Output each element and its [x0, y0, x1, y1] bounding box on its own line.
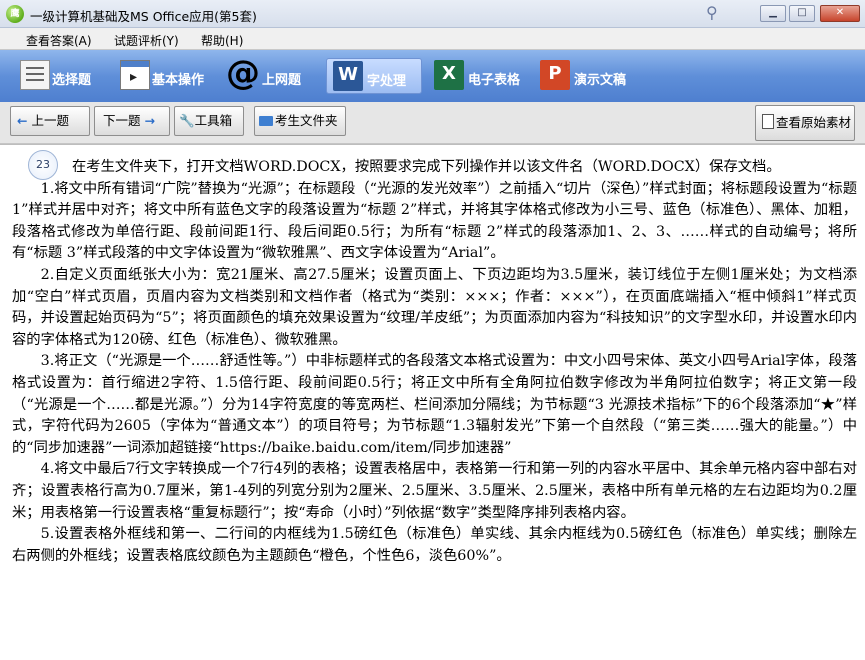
question-paragraph: 3.将正文（“光源是一个……舒适性等。”）中非标题样式的各段落文本格式设置为：中…	[12, 353, 857, 456]
folder-icon	[259, 116, 273, 126]
question-text: 在考生文件夹下，打开文档WORD.DOCX，按照要求完成下列操作并以该文件名（W…	[12, 157, 857, 567]
title-bar: 鹰 一级计算机基础及MS Office应用(第5套) ⚲ ▁ □ ✕	[0, 0, 865, 28]
tab-label: 上网题	[262, 73, 302, 88]
basic-op-icon	[120, 60, 150, 90]
question-paragraph: 4.将文中最后7行文字转换成一个7行4列的表格；设置表格居中，表格第一行和第一列…	[12, 461, 857, 521]
view-original-material-button[interactable]: 查看原始素材	[755, 105, 855, 141]
arrow-left-icon: ←	[17, 113, 28, 128]
next-question-button[interactable]: 下一题 →	[94, 106, 170, 136]
excel-icon: X	[434, 60, 464, 90]
toolbox-label: 工具箱	[194, 113, 233, 128]
tab-label: 演示文稿	[574, 73, 627, 88]
question-content: 23 在考生文件夹下，打开文档WORD.DOCX，按照要求完成下列操作并以该文件…	[0, 144, 865, 660]
menu-question-analysis[interactable]: 试题评析(Y)	[114, 32, 179, 49]
close-button[interactable]: ✕	[820, 5, 860, 22]
word-icon: W	[333, 61, 363, 91]
tab-basic-operation[interactable]: 基本操作	[114, 58, 220, 94]
app-logo-icon: 鹰	[6, 5, 24, 23]
tab-internet[interactable]: @ 上网题	[226, 53, 318, 94]
next-question-label: 下一题	[103, 113, 141, 128]
minimize-button[interactable]: ▁	[760, 5, 786, 22]
menu-bar: 查看答案(A) 试题评析(Y) 帮助(H)	[0, 28, 865, 50]
window-title: 一级计算机基础及MS Office应用(第5套)	[30, 9, 257, 24]
menu-view-answer[interactable]: 查看答案(A)	[26, 32, 92, 49]
tab-presentation[interactable]: P 演示文稿	[536, 58, 636, 94]
at-icon: @	[226, 53, 260, 93]
toolbox-button[interactable]: 🔧工具箱	[174, 106, 244, 136]
document-icon	[762, 114, 774, 129]
question-intro: 在考生文件夹下，打开文档WORD.DOCX，按照要求完成下列操作并以该文件名（W…	[72, 159, 781, 175]
menu-help[interactable]: 帮助(H)	[201, 32, 243, 49]
question-paragraph: 5.设置表格外框线和第一、二行间的内框线为1.5磅红色（标准色）单实线、其余内框…	[12, 526, 857, 564]
candidate-folder-label: 考生文件夹	[275, 113, 338, 128]
tab-label: 选择题	[52, 73, 92, 88]
tab-word-processing[interactable]: W 字处理	[326, 58, 422, 94]
question-paragraph: 1.将文中所有错词“广院”替换为“光源”；在标题段（“光源的发光效率”）之前插入…	[12, 180, 857, 262]
choice-icon	[20, 60, 50, 90]
pin-icon[interactable]: ⚲	[706, 3, 718, 22]
tab-label: 电子表格	[468, 73, 521, 88]
arrow-right-icon: →	[144, 113, 155, 128]
tab-label: 基本操作	[152, 73, 205, 88]
question-type-tabs: 选择题 基本操作 @ 上网题 W 字处理 X 电子表格 P 演示文稿	[0, 50, 865, 102]
question-paragraph: 2.自定义页面纸张大小为：宽21厘米、高27.5厘米；设置页面上、下页边距均为3…	[12, 266, 857, 348]
previous-question-label: 上一题	[31, 113, 69, 128]
maximize-button[interactable]: □	[789, 5, 815, 22]
wrench-icon: 🔧	[179, 113, 195, 128]
ppt-icon: P	[540, 60, 570, 90]
tab-choice[interactable]: 选择题	[14, 58, 106, 94]
tab-label: 字处理	[367, 74, 407, 89]
view-original-label: 查看原始素材	[776, 115, 852, 130]
candidate-folder-button[interactable]: 考生文件夹	[254, 106, 346, 136]
tab-spreadsheet[interactable]: X 电子表格	[430, 58, 530, 94]
previous-question-button[interactable]: ← 上一题	[10, 106, 90, 136]
toolbar: ← 上一题 下一题 → 🔧工具箱 考生文件夹 查看原始素材	[0, 102, 865, 144]
